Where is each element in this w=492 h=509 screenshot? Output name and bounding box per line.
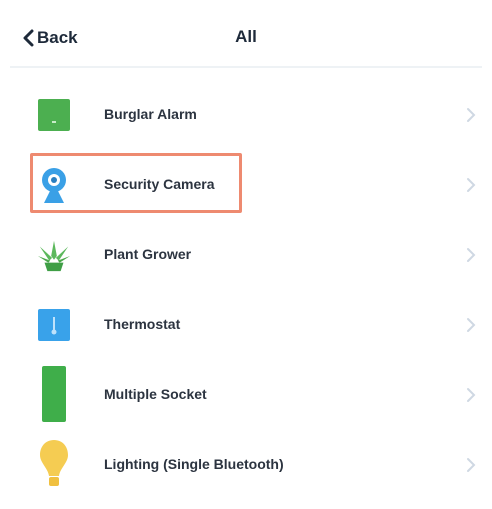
- page-title: All: [235, 27, 257, 46]
- security-camera-icon: [36, 164, 72, 206]
- chevron-right-icon: [467, 458, 476, 472]
- thermostat-icon: [36, 304, 72, 346]
- list-item-lighting[interactable]: Lighting (Single Bluetooth): [0, 430, 492, 500]
- chevron-right-icon: [467, 318, 476, 332]
- chevron-right-icon: [467, 178, 476, 192]
- chevron-right-icon: [467, 248, 476, 262]
- item-label: Lighting (Single Bluetooth): [104, 456, 284, 472]
- list-item-thermostat[interactable]: Thermostat: [0, 290, 492, 360]
- item-label: Thermostat: [104, 316, 181, 332]
- list-item-burglar-alarm[interactable]: Burglar Alarm: [0, 80, 492, 150]
- lighting-icon: [36, 436, 72, 492]
- divider: [10, 66, 482, 68]
- burglar-alarm-icon: [36, 94, 72, 136]
- list-item-plant-grower[interactable]: Plant Grower: [0, 220, 492, 290]
- device-list: Burglar Alarm Security Camera Plant Grow…: [0, 80, 492, 500]
- chevron-right-icon: [467, 108, 476, 122]
- plant-grower-icon: [36, 234, 72, 276]
- nav-bar: Back All: [0, 0, 492, 70]
- list-item-security-camera[interactable]: Security Camera: [0, 150, 492, 220]
- list-item-multiple-socket[interactable]: Multiple Socket: [0, 360, 492, 430]
- item-label: Burglar Alarm: [104, 106, 197, 122]
- multiple-socket-icon: [36, 364, 72, 424]
- item-label: Plant Grower: [104, 246, 192, 262]
- item-label: Multiple Socket: [104, 386, 207, 402]
- chevron-right-icon: [467, 388, 476, 402]
- item-label: Security Camera: [104, 176, 215, 192]
